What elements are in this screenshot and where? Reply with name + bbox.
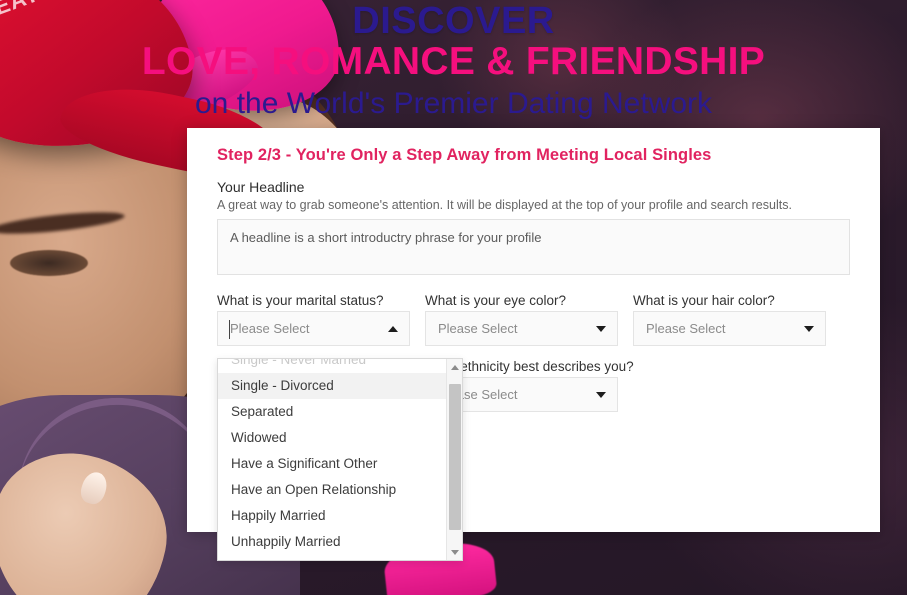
field-marital-status: What is your marital status? Please Sele… <box>217 293 410 346</box>
marital-status-label: What is your marital status? <box>217 293 384 308</box>
scroll-down-arrow-icon[interactable] <box>447 544 462 560</box>
dropdown-option[interactable]: Widowed <box>218 425 446 451</box>
marital-status-value: Please Select <box>230 321 310 336</box>
field-hair-color: What is your hair color? Please Select <box>633 293 826 346</box>
eye-color-label: What is your eye color? <box>425 293 567 308</box>
dropdown-option[interactable]: Have an Open Relationship <box>218 477 446 503</box>
scroll-up-arrow-icon[interactable] <box>447 359 462 375</box>
field-row-2-spacer <box>633 359 826 412</box>
hair-color-label: What is your hair color? <box>633 293 775 308</box>
marital-status-option-list: Single - Never Married Single - Divorced… <box>218 359 446 555</box>
page-root: GREAT DISCOVER LOVE, ROMANCE & FRIENDSHI… <box>0 0 907 595</box>
cap-logo-text: GREAT <box>0 0 43 32</box>
marital-status-select[interactable]: Please Select <box>217 311 410 346</box>
dropdown-option[interactable]: Unhappily Married <box>218 529 446 555</box>
hair-color-value: Please Select <box>646 321 726 336</box>
field-eye-color: What is your eye color? Please Select <box>425 293 618 346</box>
headline-helper-text: A great way to grab someone's attention.… <box>217 198 792 212</box>
chevron-down-icon[interactable] <box>596 391 606 398</box>
dropdown-option[interactable]: Single - Divorced <box>218 373 446 399</box>
field-row-1: What is your marital status? Please Sele… <box>217 293 850 346</box>
dropdown-option[interactable]: Have a Significant Other <box>218 451 446 477</box>
text-cursor <box>229 320 230 339</box>
marital-status-dropdown[interactable]: Single - Never Married Single - Divorced… <box>217 358 463 561</box>
headline-label: Your Headline <box>217 179 305 195</box>
dropdown-scrollbar[interactable] <box>446 359 462 560</box>
chevron-down-icon[interactable] <box>596 325 606 332</box>
dropdown-option-clipped[interactable]: Single - Never Married <box>218 359 446 373</box>
dropdown-option[interactable]: Happily Married <box>218 503 446 529</box>
headline-input[interactable] <box>217 219 850 275</box>
step-title: Step 2/3 - You're Only a Step Away from … <box>217 146 712 164</box>
chevron-down-icon[interactable] <box>804 325 814 332</box>
chevron-up-icon[interactable] <box>388 325 398 332</box>
hair-color-select[interactable]: Please Select <box>633 311 826 346</box>
eye-color-select[interactable]: Please Select <box>425 311 618 346</box>
dropdown-option[interactable]: Separated <box>218 399 446 425</box>
eye-color-value: Please Select <box>438 321 518 336</box>
scrollbar-thumb[interactable] <box>449 384 461 530</box>
man-eye <box>10 250 88 276</box>
